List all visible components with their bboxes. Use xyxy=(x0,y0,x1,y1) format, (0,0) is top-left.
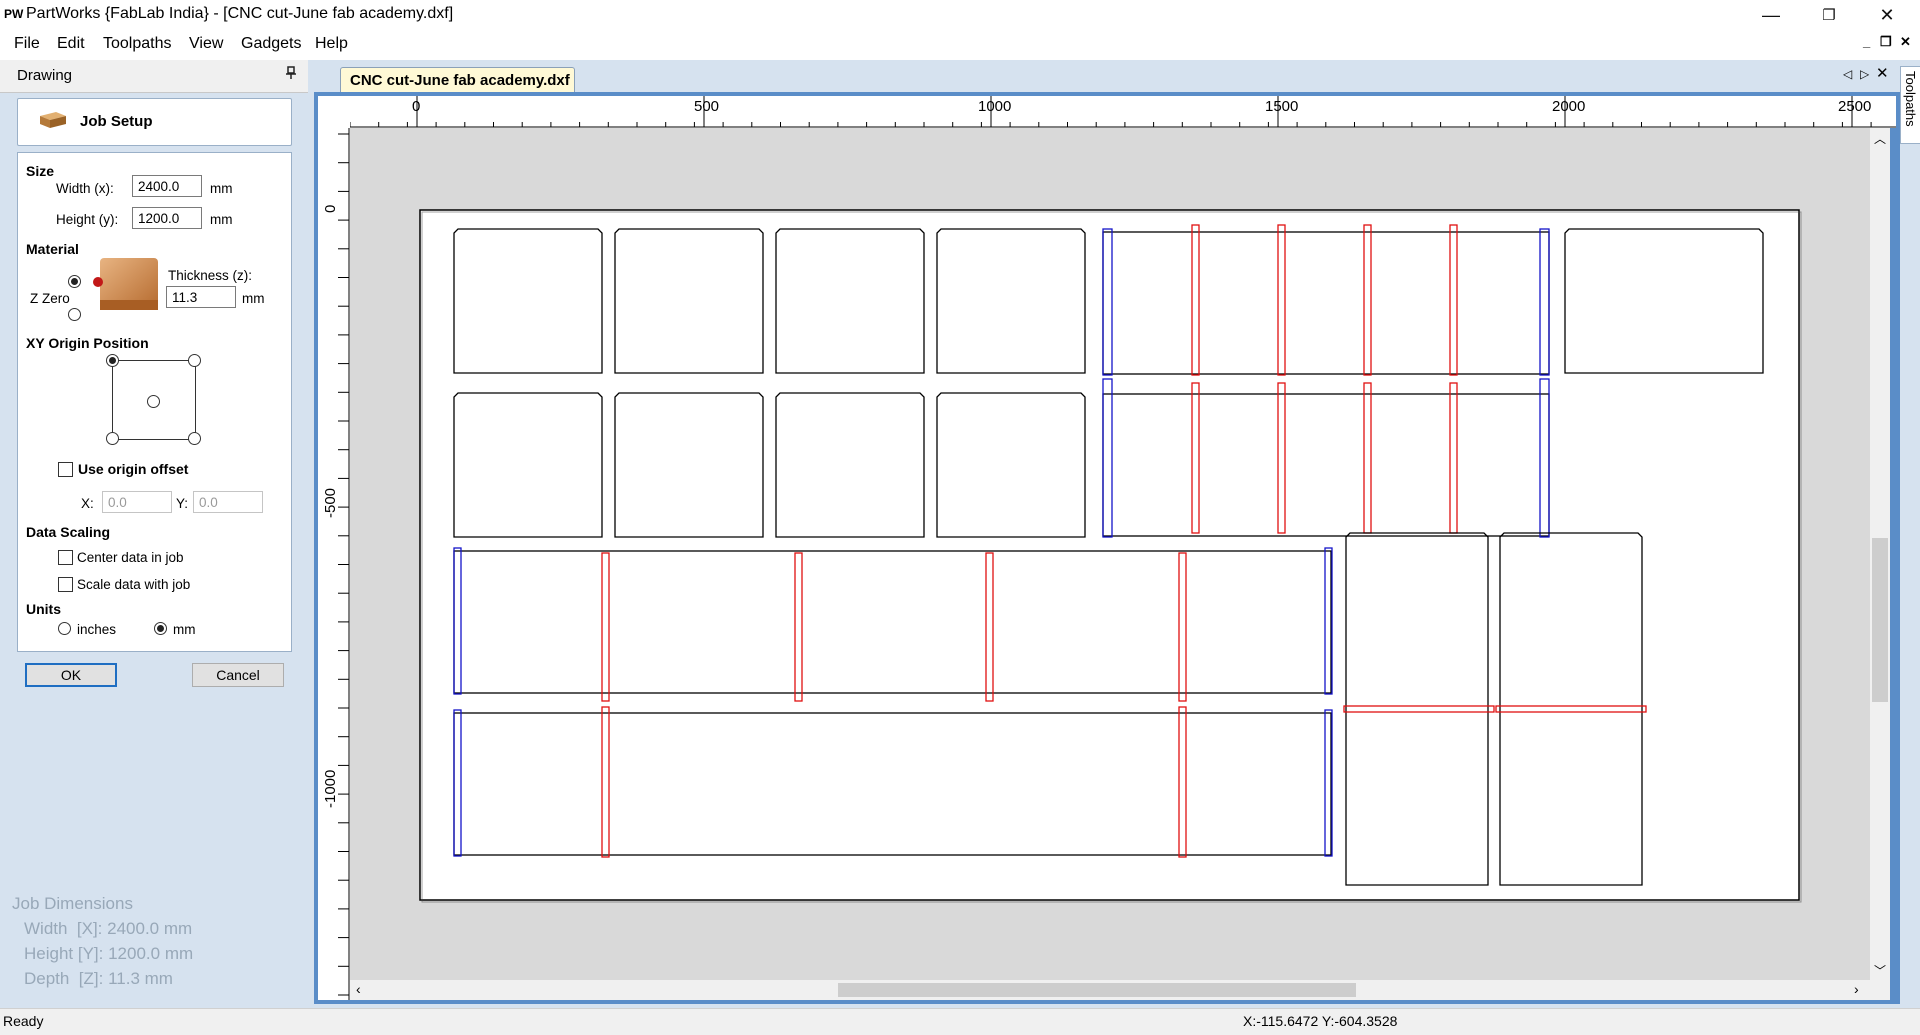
mdi-restore-button[interactable]: ❐ xyxy=(1880,34,1892,50)
ruler-top-label: 1000 xyxy=(978,98,1012,115)
material-block-icon xyxy=(92,256,164,319)
document-tab-label: CNC cut-June fab academy.dxf xyxy=(350,72,570,89)
tab-scroll-left-icon[interactable]: ◁ xyxy=(1843,67,1852,81)
xy-origin-heading: XY Origin Position xyxy=(26,335,149,351)
menu-toolpaths[interactable]: Toolpaths xyxy=(103,35,172,53)
units-inches-label: inches xyxy=(77,622,117,637)
center-data-label: Center data in job xyxy=(77,550,184,565)
thickness-label: Thickness (z): xyxy=(168,268,253,283)
z-zero-top-radio[interactable] xyxy=(68,275,81,288)
menu-help[interactable]: Help xyxy=(315,35,348,53)
document-close-icon[interactable]: ✕ xyxy=(1876,64,1889,82)
thickness-field[interactable] xyxy=(166,286,236,308)
horizontal-scrollbar[interactable]: ‹ › xyxy=(350,980,1890,1000)
ruler-left-label: 0 xyxy=(322,204,339,213)
use-origin-offset-checkbox[interactable] xyxy=(58,462,73,477)
ruler-corner xyxy=(318,96,350,128)
job-dimensions-width: Width [X]: 2400.0 mm xyxy=(24,919,193,938)
width-field[interactable] xyxy=(132,175,202,197)
drawing-canvas[interactable] xyxy=(350,128,1890,980)
height-unit: mm xyxy=(210,212,233,227)
z-zero-label: Z Zero xyxy=(30,291,70,306)
ruler-top-label: 2000 xyxy=(1552,98,1586,115)
scroll-up-icon[interactable]: ︿ xyxy=(1874,130,1886,147)
scroll-down-icon[interactable]: ﹀ xyxy=(1874,962,1886,979)
maximize-button[interactable]: ❐ xyxy=(1806,0,1852,30)
use-origin-offset-label: Use origin offset xyxy=(78,461,189,477)
ok-button[interactable]: OK xyxy=(25,663,117,687)
menu-view[interactable]: View xyxy=(189,35,223,53)
minimize-button[interactable]: — xyxy=(1748,0,1794,30)
ruler-top-label: 0 xyxy=(412,98,421,115)
ruler-left-label: -1000 xyxy=(322,769,339,808)
origin-center-radio[interactable] xyxy=(147,395,160,408)
job-setup-title: Job Setup xyxy=(80,113,153,130)
offset-x-field[interactable] xyxy=(102,491,172,513)
offset-y-field[interactable] xyxy=(193,491,263,513)
height-label: Height (y): xyxy=(56,212,119,227)
window-title: PartWorks {FabLab India} - [CNC cut-June… xyxy=(26,5,454,22)
app-logo: PW xyxy=(4,7,24,21)
origin-top-right-radio[interactable] xyxy=(188,354,201,367)
width-label: Width (x): xyxy=(56,181,114,196)
ruler-top: 0 500 1000 1500 2000 2500 xyxy=(318,96,1896,128)
menu-gadgets[interactable]: Gadgets xyxy=(241,35,301,53)
vertical-scroll-thumb[interactable] xyxy=(1872,538,1888,702)
mdi-minimize-button[interactable]: _ xyxy=(1863,34,1870,49)
drawing-tab[interactable]: Drawing xyxy=(0,60,308,93)
job-dimensions-height: Height [Y]: 1200.0 mm xyxy=(24,944,194,963)
cursor-coordinates: X:-115.6472 Y:-604.3528 xyxy=(1243,1013,1398,1029)
document-tab[interactable]: CNC cut-June fab academy.dxf xyxy=(340,67,575,93)
mdi-close-button[interactable]: ✕ xyxy=(1900,34,1911,50)
menu-bar: File Edit Toolpaths View Gadgets Help xyxy=(0,30,1920,60)
offset-y-label: Y: xyxy=(176,496,189,511)
width-unit: mm xyxy=(210,181,233,196)
ruler-top-label: 500 xyxy=(694,98,720,115)
units-heading: Units xyxy=(26,601,61,617)
height-field[interactable] xyxy=(132,207,202,229)
status-text: Ready xyxy=(3,1013,44,1029)
units-mm-label: mm xyxy=(173,622,196,637)
drawing-tab-label: Drawing xyxy=(17,67,73,84)
cancel-button[interactable]: Cancel xyxy=(192,663,284,687)
origin-bottom-left-radio[interactable] xyxy=(106,432,119,445)
origin-top-left-radio[interactable] xyxy=(106,354,119,367)
size-heading: Size xyxy=(26,163,55,179)
close-button[interactable]: ✕ xyxy=(1864,0,1910,30)
center-data-checkbox[interactable] xyxy=(58,550,73,565)
material-sheet xyxy=(419,209,1800,901)
origin-bottom-right-radio[interactable] xyxy=(188,432,201,445)
ruler-top-label: 2500 xyxy=(1838,98,1872,115)
menu-edit[interactable]: Edit xyxy=(57,35,85,53)
job-dimensions-depth: Depth [Z]: 11.3 mm xyxy=(24,969,173,988)
ruler-left: 0 -500 -1000 xyxy=(318,128,350,1000)
pin-icon[interactable] xyxy=(285,66,297,83)
scale-data-label: Scale data with job xyxy=(77,577,191,592)
scale-data-checkbox[interactable] xyxy=(58,577,73,592)
units-mm-radio[interactable] xyxy=(154,622,167,635)
material-heading: Material xyxy=(26,241,79,257)
scroll-right-icon[interactable]: › xyxy=(1854,981,1859,997)
vertical-scrollbar[interactable]: ︿ ﹀ xyxy=(1870,128,1890,980)
offset-x-label: X: xyxy=(81,496,94,511)
drawing-svg xyxy=(419,209,1802,903)
job-setup-header: Job Setup xyxy=(17,98,292,146)
units-inches-radio[interactable] xyxy=(58,622,71,635)
job-setup-icon xyxy=(38,110,68,135)
title-bar: PW PartWorks {FabLab India} - [CNC cut-J… xyxy=(0,0,1920,30)
thickness-unit: mm xyxy=(242,291,265,306)
toolpaths-side-tab-label: Toolpaths xyxy=(1903,71,1918,127)
data-scaling-heading: Data Scaling xyxy=(26,524,111,540)
z-zero-bottom-radio[interactable] xyxy=(68,308,81,321)
status-bar: Ready X:-115.6472 Y:-604.3528 xyxy=(0,1008,1920,1035)
horizontal-scroll-thumb[interactable] xyxy=(838,983,1356,997)
toolpaths-side-tab[interactable]: Toolpaths xyxy=(1900,66,1920,144)
tab-scroll-right-icon[interactable]: ▷ xyxy=(1860,67,1869,81)
scroll-left-icon[interactable]: ‹ xyxy=(356,981,361,997)
menu-file[interactable]: File xyxy=(14,35,40,53)
job-dimensions-heading: Job Dimensions xyxy=(12,894,133,913)
ruler-left-label: -500 xyxy=(322,487,339,518)
ruler-top-label: 1500 xyxy=(1265,98,1299,115)
